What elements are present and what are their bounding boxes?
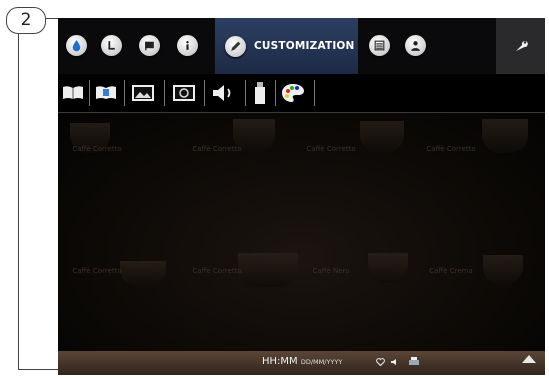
info-icon[interactable]: [177, 35, 198, 56]
tab-customization[interactable]: CUSTOMIZATION: [215, 18, 358, 74]
list-icon[interactable]: [369, 35, 390, 56]
beverage-item[interactable]: Caffè Corretto: [416, 145, 486, 154]
screensaver-icon[interactable]: [171, 82, 197, 104]
status-bar: HH:MM DD/MM/YYYY: [58, 351, 545, 375]
beverage-cup-image: [483, 255, 523, 285]
scroll-up-arrow-icon[interactable]: [522, 355, 536, 363]
beverage-cup-image: [368, 253, 408, 283]
flag-icon[interactable]: [139, 35, 160, 56]
speaker-icon[interactable]: [210, 82, 236, 104]
time-readout: HH:MM: [262, 356, 298, 367]
tab-customization-label: CUSTOMIZATION: [254, 40, 355, 52]
image-icon[interactable]: [130, 82, 156, 104]
cup-size-icon[interactable]: [101, 35, 122, 56]
usb-icon[interactable]: [251, 82, 269, 104]
machine-display: CUSTOMIZATION Caffè Corretto Caffè Corre…: [58, 18, 545, 375]
tab-settings[interactable]: [496, 18, 545, 74]
step-number-badge: 2: [6, 7, 46, 34]
top-nav-bar: CUSTOMIZATION: [58, 18, 545, 74]
sound-icon: [391, 358, 396, 365]
book-icon[interactable]: [61, 82, 85, 104]
heart-outline-icon: [376, 357, 385, 366]
beverage-grid: Caffè Corretto Caffè Corretto Caffè Corr…: [58, 113, 545, 351]
printer-icon: [409, 357, 419, 365]
manual-figure-page: 2 CUSTOMIZATION Caffè Corretto Caffè Cor…: [0, 0, 549, 379]
user-icon[interactable]: [405, 35, 426, 56]
beverage-item[interactable]: Caffè Corretto: [62, 267, 132, 276]
palette-icon[interactable]: [280, 82, 306, 104]
beverage-item[interactable]: Caffè Corretto: [182, 267, 252, 276]
beverage-item[interactable]: Caffè Corretto: [296, 145, 366, 154]
customization-toolbar: [58, 74, 545, 113]
book-open-icon[interactable]: [94, 82, 118, 104]
clock-display[interactable]: HH:MM DD/MM/YYYY: [262, 356, 342, 367]
date-readout: DD/MM/YYYY: [300, 358, 343, 366]
wrench-icon: [515, 41, 528, 51]
beverage-item[interactable]: Caffè Corretto: [62, 145, 132, 154]
pencil-icon: [225, 35, 246, 57]
beverage-cup-image: [360, 121, 404, 153]
beverage-item[interactable]: Caffè Nero: [296, 267, 366, 276]
beverage-item[interactable]: Caffè Corretto: [182, 145, 252, 154]
drop-icon[interactable]: [66, 35, 87, 56]
beverage-cup-image: [482, 119, 528, 153]
beverage-item[interactable]: Caffè Crema: [416, 267, 486, 276]
status-icons: [376, 357, 419, 366]
